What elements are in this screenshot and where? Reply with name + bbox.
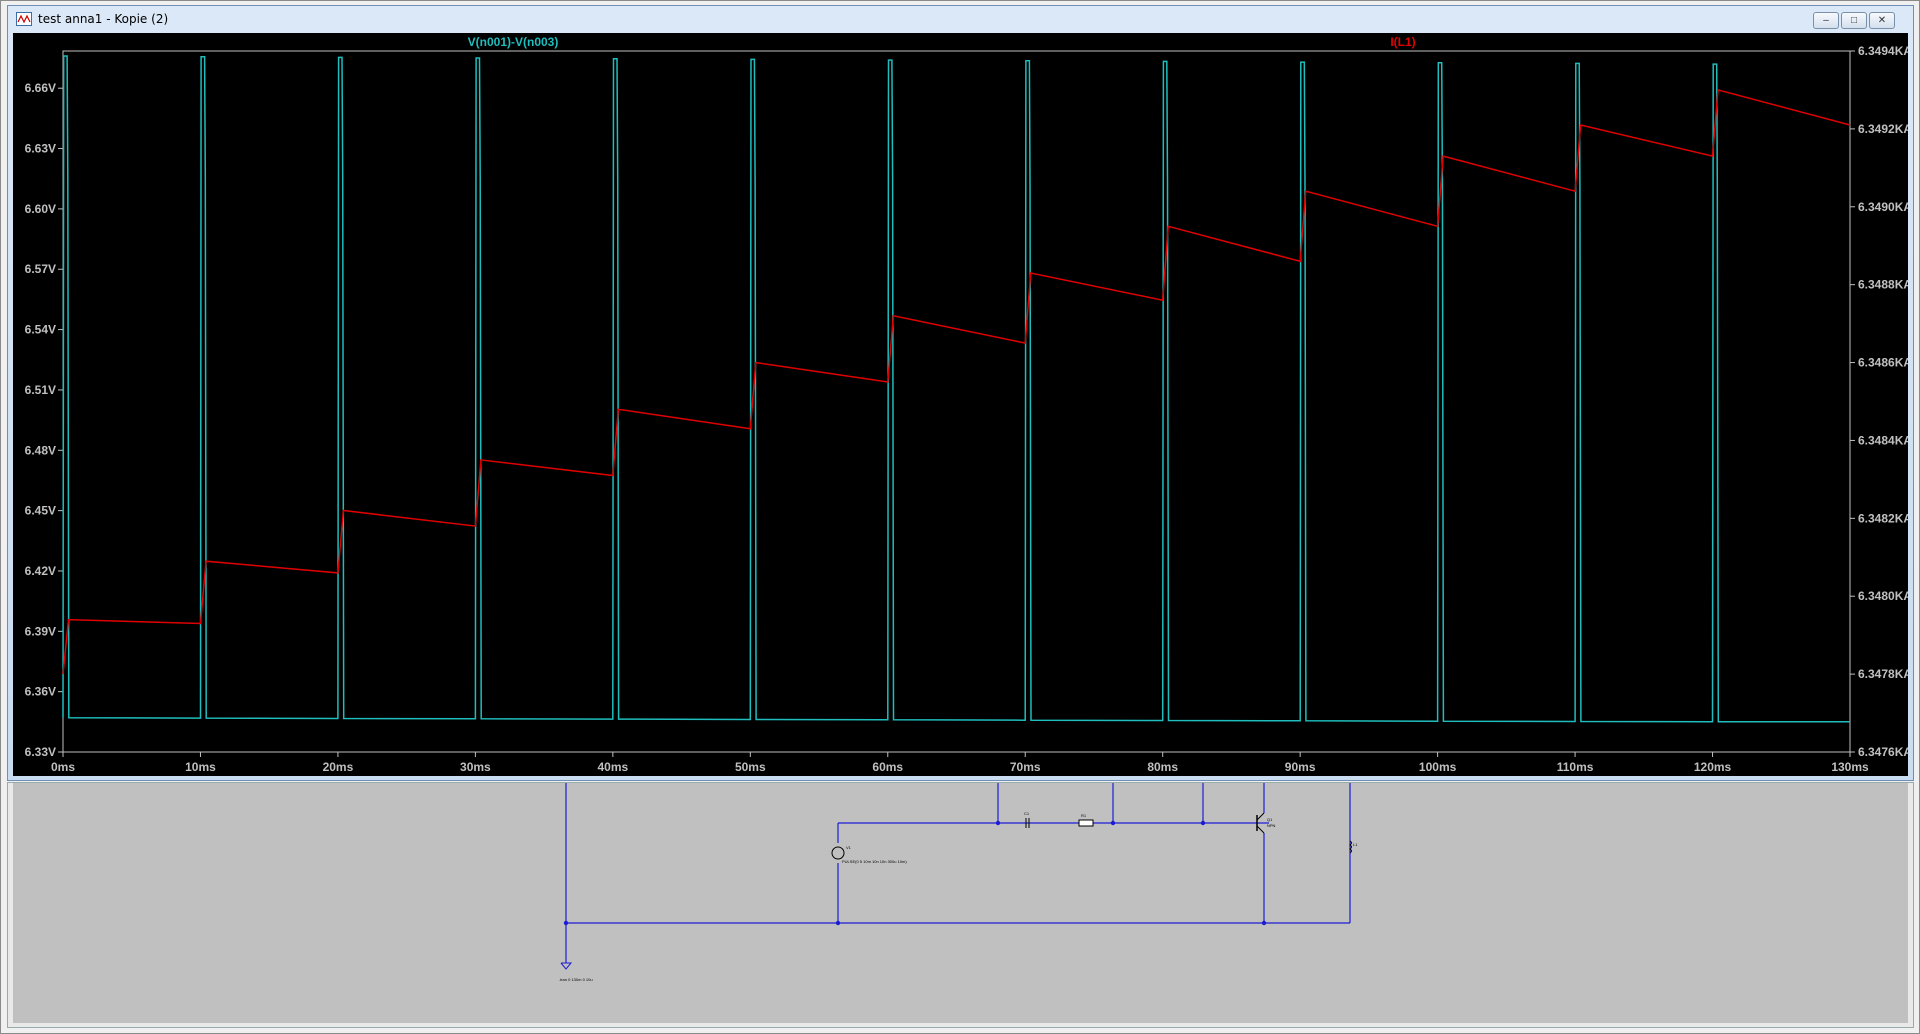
- left-tick-label: 6.51V: [25, 383, 56, 397]
- transistor-emitter-leg: [1256, 825, 1265, 834]
- transistor-label: Q1: [1267, 817, 1273, 822]
- right-tick-label: 6.3488KA: [1858, 278, 1908, 292]
- ground-symbol[interactable]: [560, 962, 573, 970]
- wire-junction-dot: [995, 820, 1001, 826]
- voltage-trace[interactable]: [62, 55, 1850, 723]
- minimize-icon: –: [1823, 14, 1829, 26]
- current-trace[interactable]: [62, 88, 1851, 675]
- legend-voltage[interactable]: V(n001)-V(n003): [468, 35, 559, 49]
- spice-directive[interactable]: .tran 0 130m 0 10u: [559, 977, 593, 982]
- right-tick-label: 6.3494KA: [1858, 44, 1908, 58]
- legend-current[interactable]: I(L1): [1390, 35, 1415, 49]
- schematic-drawing[interactable]: V1 PULSE(0 5 10m 10n 10n 300u 10m) C1 R1 Q1N…: [13, 783, 1908, 1023]
- right-tick-label: 6.3482KA: [1858, 511, 1908, 525]
- capacitor-label: C1: [1024, 811, 1030, 816]
- schematic-window: V1 PULSE(0 5 10m 10n 10n 300u 10m) C1 R1 Q1 N…: [7, 782, 1914, 1028]
- left-tick-label: 6.39V: [25, 624, 56, 638]
- right-tick-label: 6.3484KA: [1858, 433, 1908, 447]
- x-tick-label: 120ms: [1694, 760, 1732, 774]
- source-label: V1: [846, 845, 852, 850]
- x-tick-label: 80ms: [1147, 760, 1178, 774]
- x-tick-label: 0ms: [51, 760, 75, 774]
- left-tick-label: 6.66V: [25, 81, 56, 95]
- wire-junction-dot: [1110, 820, 1116, 826]
- resistor-symbol[interactable]: [1078, 819, 1094, 827]
- x-tick-label: 40ms: [597, 760, 628, 774]
- right-tick-label: 6.3476KA: [1858, 745, 1908, 759]
- close-button[interactable]: ✕: [1869, 12, 1895, 29]
- waveform-plot-pane[interactable]: 0ms 10ms 20ms 30ms 40ms 50ms 60ms 70ms 80ms 90ms 1…: [13, 33, 1908, 776]
- minimize-button[interactable]: –: [1813, 12, 1839, 29]
- left-tick-label: 6.60V: [25, 202, 56, 216]
- voltage-source-symbol[interactable]: [831, 846, 845, 860]
- x-tick-label: 130ms: [1831, 760, 1869, 774]
- inductor-label: L1: [1353, 842, 1358, 847]
- plot-frame: [62, 50, 1851, 753]
- left-tick-label: 6.45V: [25, 504, 56, 518]
- schematic-canvas[interactable]: V1 PULSE(0 5 10m 10n 10n 300u 10m) C1 R1 Q1 N…: [13, 783, 1908, 1023]
- window-title: test anna1 - Kopie (2): [38, 12, 169, 26]
- right-tick-label: 6.3490KA: [1858, 200, 1908, 214]
- title-bar[interactable]: test anna1 - Kopie (2) – □ ✕: [8, 6, 1913, 32]
- x-tick-label: 100ms: [1419, 760, 1457, 774]
- right-tick-label: 6.3478KA: [1858, 667, 1908, 681]
- waveform-chart[interactable]: 0ms 10ms 20ms 30ms 40ms 50ms 60ms 70ms 80ms 90ms 1…: [13, 33, 1908, 776]
- wire-junction-dot: [1200, 820, 1206, 826]
- wire-junction-dot: [563, 920, 569, 926]
- maximize-icon: □: [1850, 14, 1858, 26]
- x-tick-label: 60ms: [872, 760, 903, 774]
- right-tick-label: 6.3486KA: [1858, 356, 1908, 370]
- x-tick-label: 110ms: [1557, 760, 1594, 774]
- x-tick-label: 10ms: [185, 760, 216, 774]
- right-tick-label: 6.3480KA: [1858, 589, 1908, 603]
- x-tick-label: 50ms: [735, 760, 766, 774]
- left-tick-label: 6.42V: [25, 564, 56, 578]
- x-tick-label: 70ms: [1010, 760, 1041, 774]
- right-tick-label: 6.3492KA: [1858, 122, 1908, 136]
- maximize-button[interactable]: □: [1841, 12, 1867, 29]
- outer-window: test anna1 - Kopie (2) – □ ✕ 0ms 10ms 20ms…: [0, 0, 1920, 1034]
- x-tick-label: 90ms: [1285, 760, 1316, 774]
- wire-junction-dot: [1261, 920, 1267, 926]
- x-tick-label: 20ms: [323, 760, 354, 774]
- transistor-collector-leg: [1256, 812, 1265, 821]
- left-tick-label: 6.48V: [25, 443, 56, 457]
- left-tick-label: 6.33V: [25, 745, 56, 759]
- left-tick-label: 6.36V: [25, 685, 56, 699]
- resistor-label: R1: [1081, 813, 1087, 818]
- source-value: PULSE(0 5 10m 10n 10n 300u 10m): [842, 859, 907, 864]
- wire-junction-dot: [835, 920, 841, 926]
- waveform-window: test anna1 - Kopie (2) – □ ✕ 0ms 10ms 20ms…: [7, 5, 1914, 781]
- close-icon: ✕: [1877, 14, 1887, 26]
- left-tick-label: 6.57V: [25, 262, 56, 276]
- x-tick-label: 30ms: [460, 760, 491, 774]
- waveform-app-icon: [16, 12, 32, 26]
- transistor-model: NPN: [1267, 823, 1276, 828]
- left-tick-label: 6.54V: [25, 323, 56, 337]
- left-tick-label: 6.63V: [25, 142, 56, 156]
